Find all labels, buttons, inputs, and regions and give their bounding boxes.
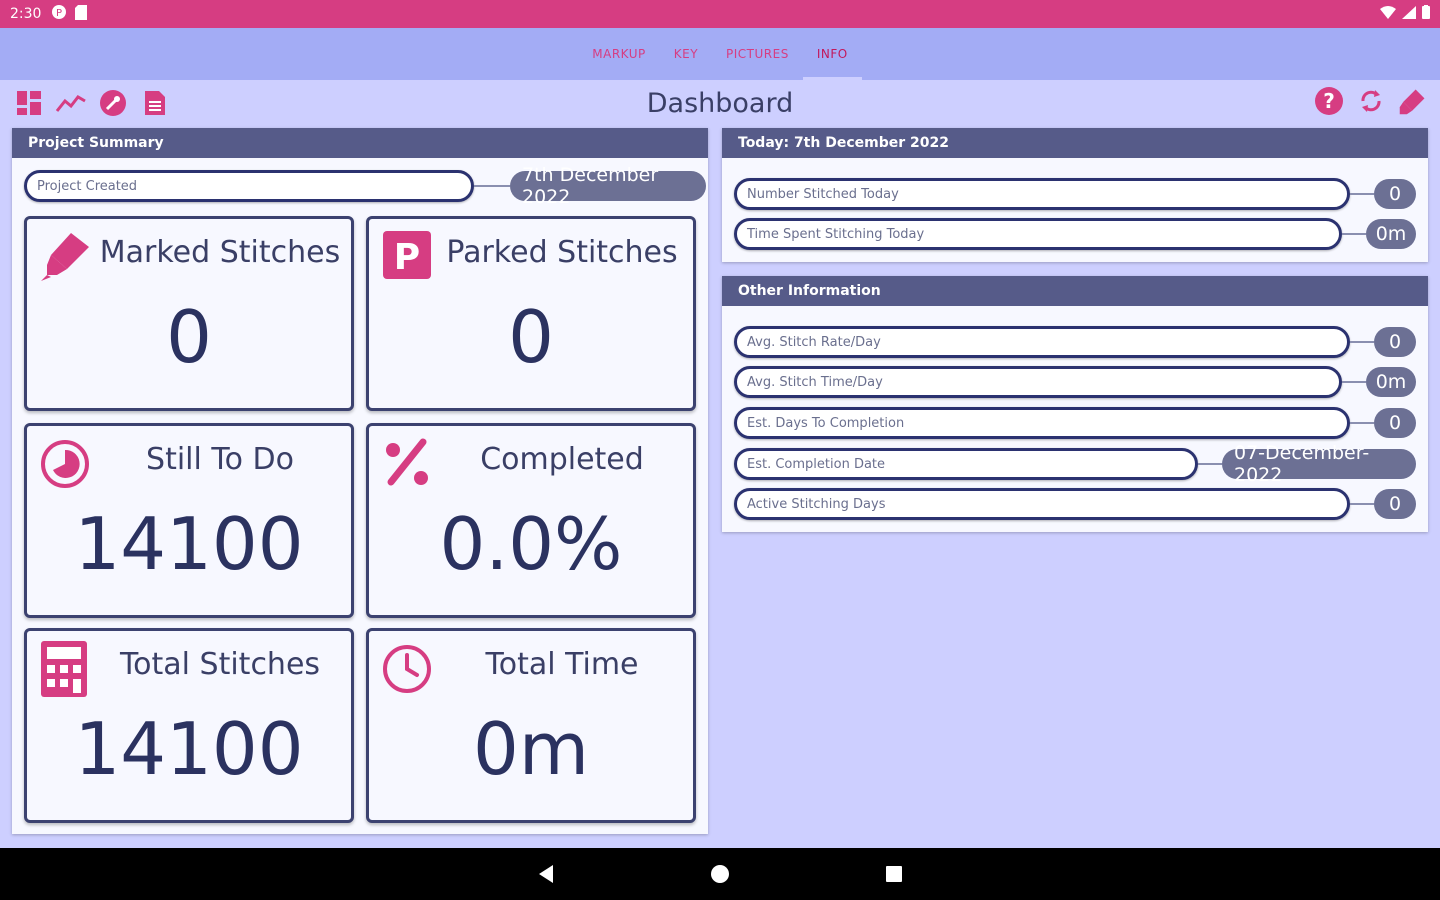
other-info-row-value: 0 — [1374, 327, 1416, 357]
connector — [1350, 193, 1374, 195]
other-info-row-label: Active Stitching Days — [734, 488, 1350, 520]
other-info-row-value: 0m — [1366, 367, 1416, 397]
other-info-row-label: Est. Days To Completion — [734, 407, 1350, 439]
parked-stitches-card[interactable]: P Parked Stitches 0 — [366, 216, 696, 411]
page-title: Dashboard — [646, 88, 794, 119]
connector — [474, 185, 510, 187]
parking-icon: P — [379, 227, 435, 283]
recents-icon[interactable] — [882, 862, 906, 886]
card-value: 0 — [166, 295, 212, 379]
sync-icon[interactable] — [1356, 86, 1386, 116]
other-info-row-label: Avg. Stitch Time/Day — [734, 366, 1342, 398]
svg-text:P: P — [56, 8, 62, 19]
connector — [1350, 503, 1374, 505]
calculator-icon — [37, 639, 93, 697]
total-stitches-card[interactable]: Total Stitches 14100 — [24, 628, 354, 823]
card-label: Still To Do — [146, 442, 294, 477]
other-info-row-value: 0 — [1374, 489, 1416, 519]
project-summary-panel: Project Summary Project Created 7th Dece… — [12, 128, 708, 834]
other-info-row-label: Est. Completion Date — [734, 448, 1198, 480]
card-value: 0 — [508, 295, 554, 379]
today-row-label: Number Stitched Today — [734, 178, 1350, 210]
project-created-value: 7th December 2022 — [510, 164, 706, 208]
card-label: Total Time — [485, 647, 639, 682]
card-label: Parked Stitches — [446, 235, 678, 270]
other-info-row: Avg. Stitch Rate/Day 0 — [734, 326, 1416, 358]
connector — [1350, 422, 1374, 424]
still-to-do-card[interactable]: Still To Do 14100 — [24, 423, 354, 618]
notification-icon: P — [51, 4, 67, 24]
percent-icon — [379, 434, 435, 490]
other-info-row: Est. Completion Date 07-December-2022 — [734, 442, 1416, 486]
today-row-value: 0 — [1374, 179, 1416, 209]
help-icon[interactable]: ? — [1314, 86, 1344, 116]
project-summary-header: Project Summary — [12, 128, 708, 158]
svg-text:P: P — [394, 237, 420, 278]
connector — [1350, 341, 1374, 343]
status-time: 2:30 — [10, 6, 42, 22]
other-info-row-value: 07-December-2022 — [1222, 442, 1416, 486]
today-row-label: Time Spent Stitching Today — [734, 218, 1342, 250]
other-info-row: Est. Days To Completion 0 — [734, 407, 1416, 439]
completed-card[interactable]: Completed 0.0% — [366, 423, 696, 618]
card-label: Marked Stitches — [99, 235, 341, 270]
other-info-row: Avg. Stitch Time/Day 0m — [734, 366, 1416, 398]
battery-icon — [1422, 5, 1430, 23]
system-nav-bar — [0, 848, 1440, 900]
other-info-panel: Other Information Avg. Stitch Rate/Day 0… — [722, 276, 1428, 532]
connector — [1342, 233, 1366, 235]
total-time-card[interactable]: Total Time 0m — [366, 628, 696, 823]
clock-icon — [379, 639, 435, 695]
tab-pictures[interactable]: PICTURES — [712, 28, 803, 80]
home-icon[interactable] — [708, 862, 732, 886]
project-created-label: Project Created — [24, 170, 474, 202]
card-value: 0m — [473, 707, 589, 791]
tab-markup[interactable]: MARKUP — [578, 28, 659, 80]
signal-icon — [1402, 5, 1416, 23]
connector — [1342, 381, 1366, 383]
today-header: Today: 7th December 2022 — [722, 128, 1428, 158]
other-info-row: Active Stitching Days 0 — [734, 488, 1416, 520]
other-info-row-label: Avg. Stitch Rate/Day — [734, 326, 1350, 358]
card-label: Total Stitches — [119, 647, 321, 682]
tab-key[interactable]: KEY — [660, 28, 712, 80]
connector — [1198, 463, 1222, 465]
card-value: 14100 — [74, 707, 304, 791]
back-icon[interactable] — [534, 862, 558, 886]
other-info-row-value: 0 — [1374, 408, 1416, 438]
tab-bar: MARKUP KEY PICTURES INFO — [0, 28, 1440, 80]
marker-icon — [37, 227, 93, 283]
other-info-header: Other Information — [722, 276, 1428, 306]
status-bar: 2:30 P — [0, 0, 1440, 28]
toolbar: Dashboard ? — [0, 80, 1440, 128]
card-value: 14100 — [74, 502, 304, 586]
project-created-row: Project Created 7th December 2022 — [24, 164, 706, 208]
svg-text:?: ? — [1323, 89, 1335, 113]
card-value: 0.0% — [439, 502, 623, 586]
pie-icon — [37, 434, 93, 490]
tab-info[interactable]: INFO — [802, 28, 862, 80]
today-panel: Today: 7th December 2022 Number Stitched… — [722, 128, 1428, 262]
highlighter-icon[interactable] — [1398, 86, 1428, 116]
today-row: Time Spent Stitching Today 0m — [734, 218, 1416, 250]
marked-stitches-card[interactable]: Marked Stitches 0 — [24, 216, 354, 411]
today-row-value: 0m — [1366, 219, 1416, 249]
card-label: Completed — [480, 442, 644, 477]
sd-card-icon — [75, 4, 88, 24]
wifi-icon — [1380, 5, 1396, 23]
today-row: Number Stitched Today 0 — [734, 178, 1416, 210]
